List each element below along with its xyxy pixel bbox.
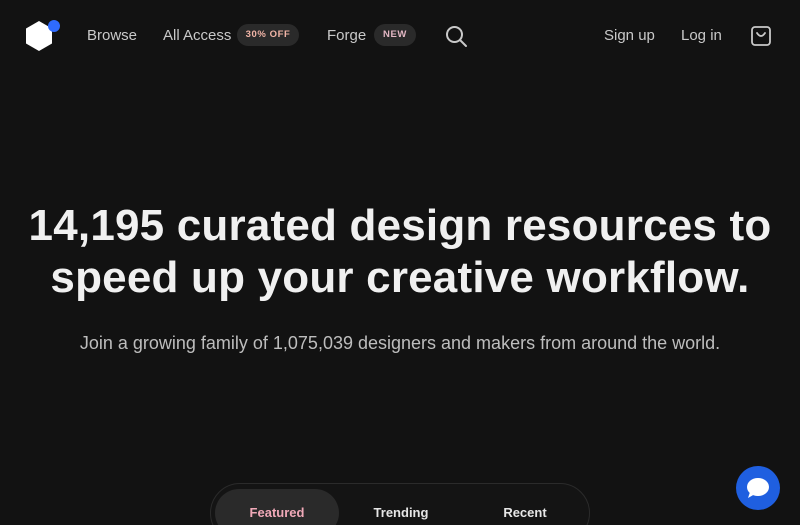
chat-bubble-icon bbox=[747, 478, 769, 498]
tab-featured[interactable]: Featured bbox=[215, 489, 339, 525]
hero-title-line-1: 14,195 curated design resources to bbox=[28, 201, 772, 250]
hero-title-line-2: speed up your creative workflow. bbox=[50, 253, 750, 302]
tab-trending-label: Trending bbox=[373, 505, 429, 520]
shopping-bag-icon[interactable] bbox=[750, 24, 772, 48]
page: Browse All Access 30% OFF Forge NEW Sign… bbox=[0, 0, 800, 525]
hero-title: 14,195 curated design resources to speed… bbox=[20, 200, 780, 304]
search-icon[interactable] bbox=[444, 24, 468, 48]
tab-recent[interactable]: Recent bbox=[463, 489, 587, 525]
hero-subtitle: Join a growing family of 1,075,039 desig… bbox=[79, 333, 721, 353]
discount-badge: 30% OFF bbox=[237, 24, 299, 46]
logo-icon[interactable] bbox=[24, 19, 62, 53]
top-nav: Browse All Access 30% OFF Forge NEW Sign… bbox=[0, 0, 800, 72]
content-tabs: Featured Trending Recent bbox=[210, 483, 590, 525]
nav-forge-link[interactable]: Forge bbox=[327, 26, 366, 46]
tab-trending[interactable]: Trending bbox=[339, 489, 463, 525]
nav-browse-link[interactable]: Browse bbox=[87, 26, 137, 46]
chat-button[interactable] bbox=[736, 466, 780, 510]
tab-featured-label: Featured bbox=[249, 505, 305, 520]
log-in-link[interactable]: Log in bbox=[681, 26, 722, 46]
tab-recent-label: Recent bbox=[503, 505, 547, 520]
new-badge: NEW bbox=[374, 24, 416, 46]
nav-all-access-link[interactable]: All Access bbox=[163, 26, 231, 46]
sign-up-link[interactable]: Sign up bbox=[604, 26, 655, 46]
